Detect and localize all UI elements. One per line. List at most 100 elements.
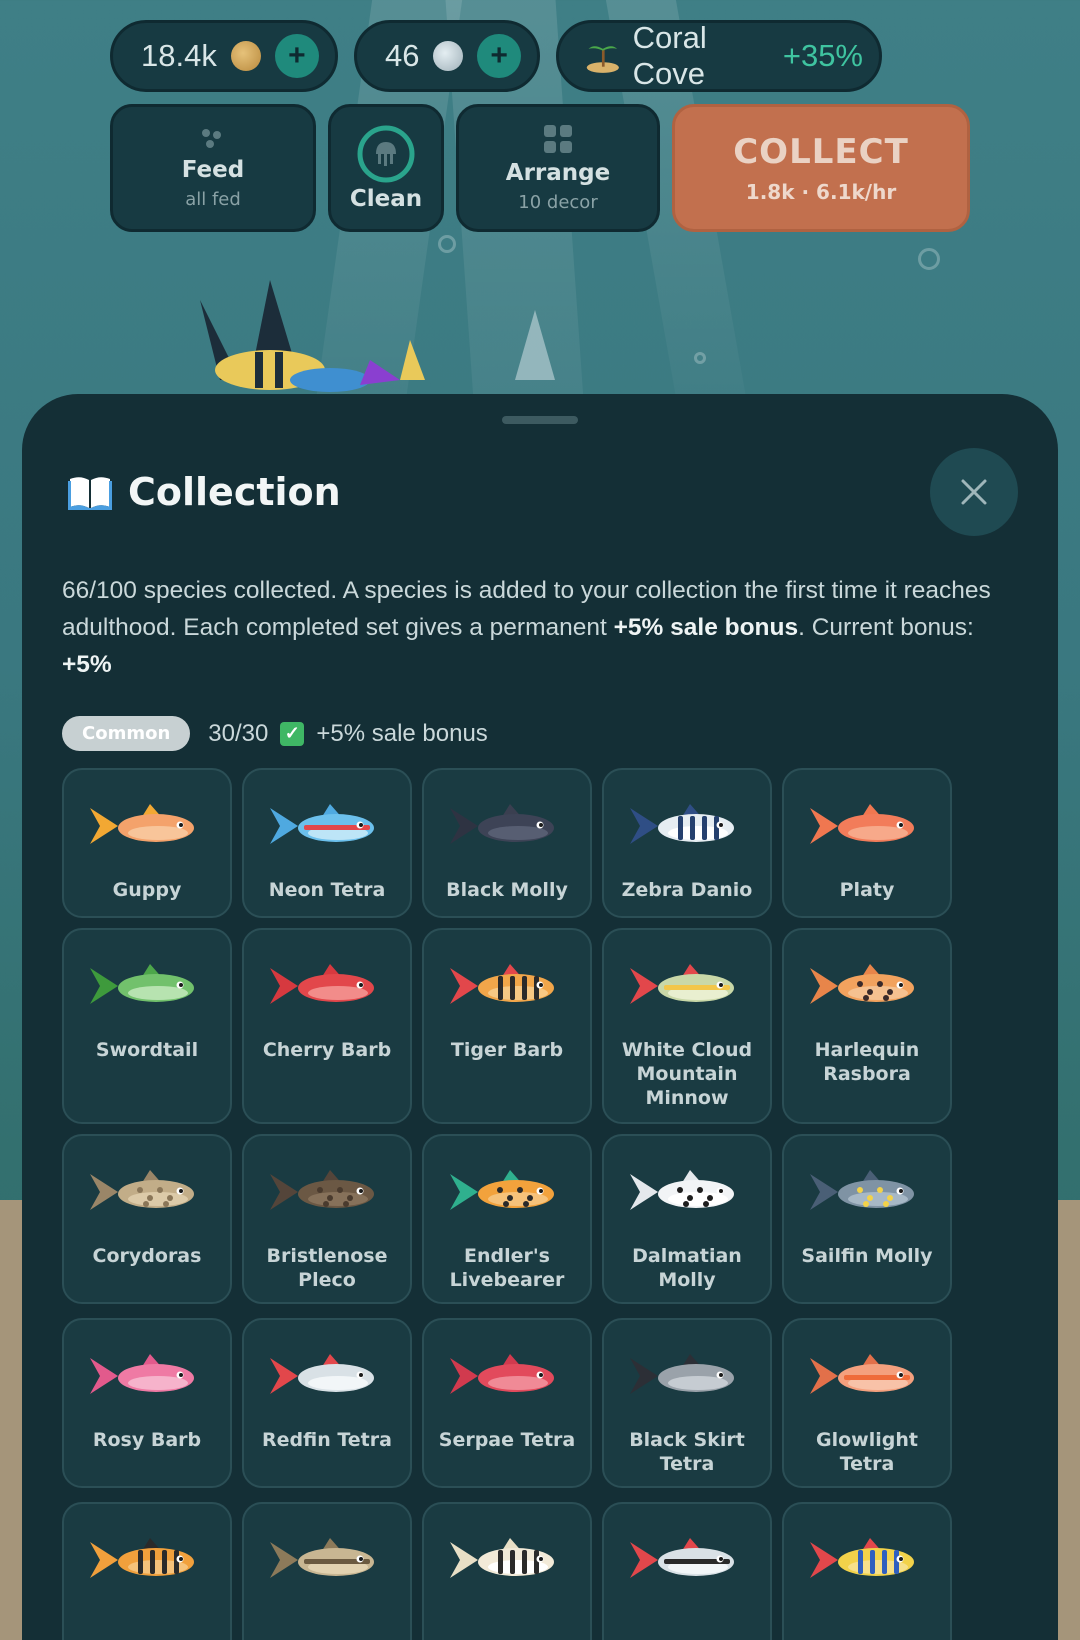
food-pellets-icon [202,128,221,148]
fish-card[interactable]: Swordtail [62,928,232,1124]
fish-name: Zebra Danio [621,879,753,901]
feed-button[interactable]: Feed all fed [110,104,316,232]
fish-card[interactable]: Black Skirt Tetra [602,1318,772,1488]
set-header: Common 30/30 ✓ +5% sale bonus [62,716,488,751]
fish-icon [630,1538,734,1578]
fish-card[interactable]: Zebra Danio [602,768,772,918]
fish-card[interactable] [602,1502,772,1640]
fish-card[interactable]: Guppy [62,768,232,918]
arrange-status: 10 decor [518,191,598,213]
fish-card[interactable]: Endler's Livebearer [422,1134,592,1304]
fish-name: Black Skirt Tetra [629,1429,745,1475]
fish-name: Harlequin Rasbora [814,1039,920,1085]
buy-coins-button[interactable]: + [274,34,319,78]
fish-name: Cherry Barb [262,1039,392,1061]
arrange-button[interactable]: Arrange 10 decor [456,104,660,232]
sale-bonus-text: +5% sale bonus [613,614,799,641]
fish-icon [270,1170,374,1210]
clean-button[interactable]: Clean [328,104,444,232]
fish-icon [90,1354,194,1394]
pearl-icon [433,41,464,71]
fish-card[interactable]: Cherry Barb [242,928,412,1124]
fish-card[interactable]: Sailfin Molly [782,1134,952,1304]
jellyfish-clean-icon [357,125,415,183]
fish-icon [90,1538,194,1578]
close-icon [961,479,987,505]
buy-pearls-button[interactable]: + [477,34,521,78]
current-bonus-value: +5% [62,651,112,678]
fish-card[interactable]: Corydoras [62,1134,232,1304]
fish-name: Guppy [112,879,182,901]
fish-card[interactable]: Tiger Barb [422,928,592,1124]
location-pill[interactable]: Coral Cove +35% [556,20,882,92]
collect-button[interactable]: COLLECT 1.8k · 6.1k/hr [672,104,970,232]
fish-icon [630,1354,734,1394]
fish-icon [630,964,734,1004]
panel-header: Collection [68,470,341,514]
feed-label: Feed [181,156,245,183]
clean-label: Clean [349,186,423,212]
fish-icon [810,1354,914,1394]
collection-panel: Collection 66/100 species collected. A s… [22,394,1058,1640]
fish-name: Tiger Barb [450,1039,564,1061]
fish-icon [810,1170,914,1210]
fish-card[interactable]: Bristlenose Pleco [242,1134,412,1304]
fish-name: Redfin Tetra [262,1429,392,1451]
fish-icon [810,804,914,844]
fish-name: Platy [839,879,895,901]
fish-card[interactable]: Black Molly [422,768,592,918]
drag-handle[interactable] [502,416,578,424]
pearls-value: 46 [385,38,420,73]
collection-description: 66/100 species collected. A species is a… [62,572,1022,683]
collect-label: COLLECT [733,132,909,172]
fish-icon [810,1538,914,1578]
fish-icon [630,804,734,844]
description-text-2: . Current bonus: [798,614,974,641]
fish-icon [450,804,554,844]
panel-title: Collection [128,470,341,514]
close-button[interactable] [930,448,1018,536]
coins-pill: 18.4k + [110,20,338,92]
fish-icon [450,964,554,1004]
fish-card[interactable]: Serpae Tetra [422,1318,592,1488]
fish-card[interactable] [62,1502,232,1640]
fish-card[interactable]: Dalmatian Molly [602,1134,772,1304]
fish-name: White Cloud Mountain Minnow [621,1039,753,1109]
background-fish-icon [200,280,555,392]
fish-card[interactable]: Platy [782,768,952,918]
grid-arrange-icon [544,124,572,153]
location-bonus: +35% [782,38,863,73]
fish-icon [90,1170,194,1210]
pearls-pill: 46 + [354,20,540,92]
fish-card[interactable]: Rosy Barb [62,1318,232,1488]
fish-icon [270,964,374,1004]
fish-name: Swordtail [95,1039,199,1061]
fish-icon [90,804,194,844]
fish-name: Black Molly [446,879,568,901]
set-bonus: +5% sale bonus [316,719,488,747]
set-progress: 30/30 [208,719,269,747]
fish-icon [450,1170,554,1210]
fish-card[interactable]: Neon Tetra [242,768,412,918]
fish-card[interactable]: Harlequin Rasbora [782,928,952,1124]
fish-icon [450,1538,554,1578]
fish-card[interactable]: Redfin Tetra [242,1318,412,1488]
fish-icon [810,964,914,1004]
fish-name: Sailfin Molly [801,1245,933,1267]
fish-name: Serpae Tetra [438,1429,576,1451]
location-name: Coral Cove [632,20,707,91]
open-book-icon [68,477,112,510]
collect-amount: 1.8k · 6.1k/hr [745,180,897,204]
fish-name: Glowlight Tetra [816,1429,918,1475]
fish-card[interactable]: Glowlight Tetra [782,1318,952,1488]
complete-check-icon: ✓ [280,721,305,746]
fish-card[interactable] [782,1502,952,1640]
fish-card[interactable] [422,1502,592,1640]
fish-card[interactable] [242,1502,412,1640]
island-icon [586,46,619,73]
fish-card[interactable]: White Cloud Mountain Minnow [602,928,772,1124]
feed-status: all fed [185,188,241,210]
set-badge: Common [62,716,191,751]
fish-icon [270,804,374,844]
fish-icon [90,964,194,1004]
